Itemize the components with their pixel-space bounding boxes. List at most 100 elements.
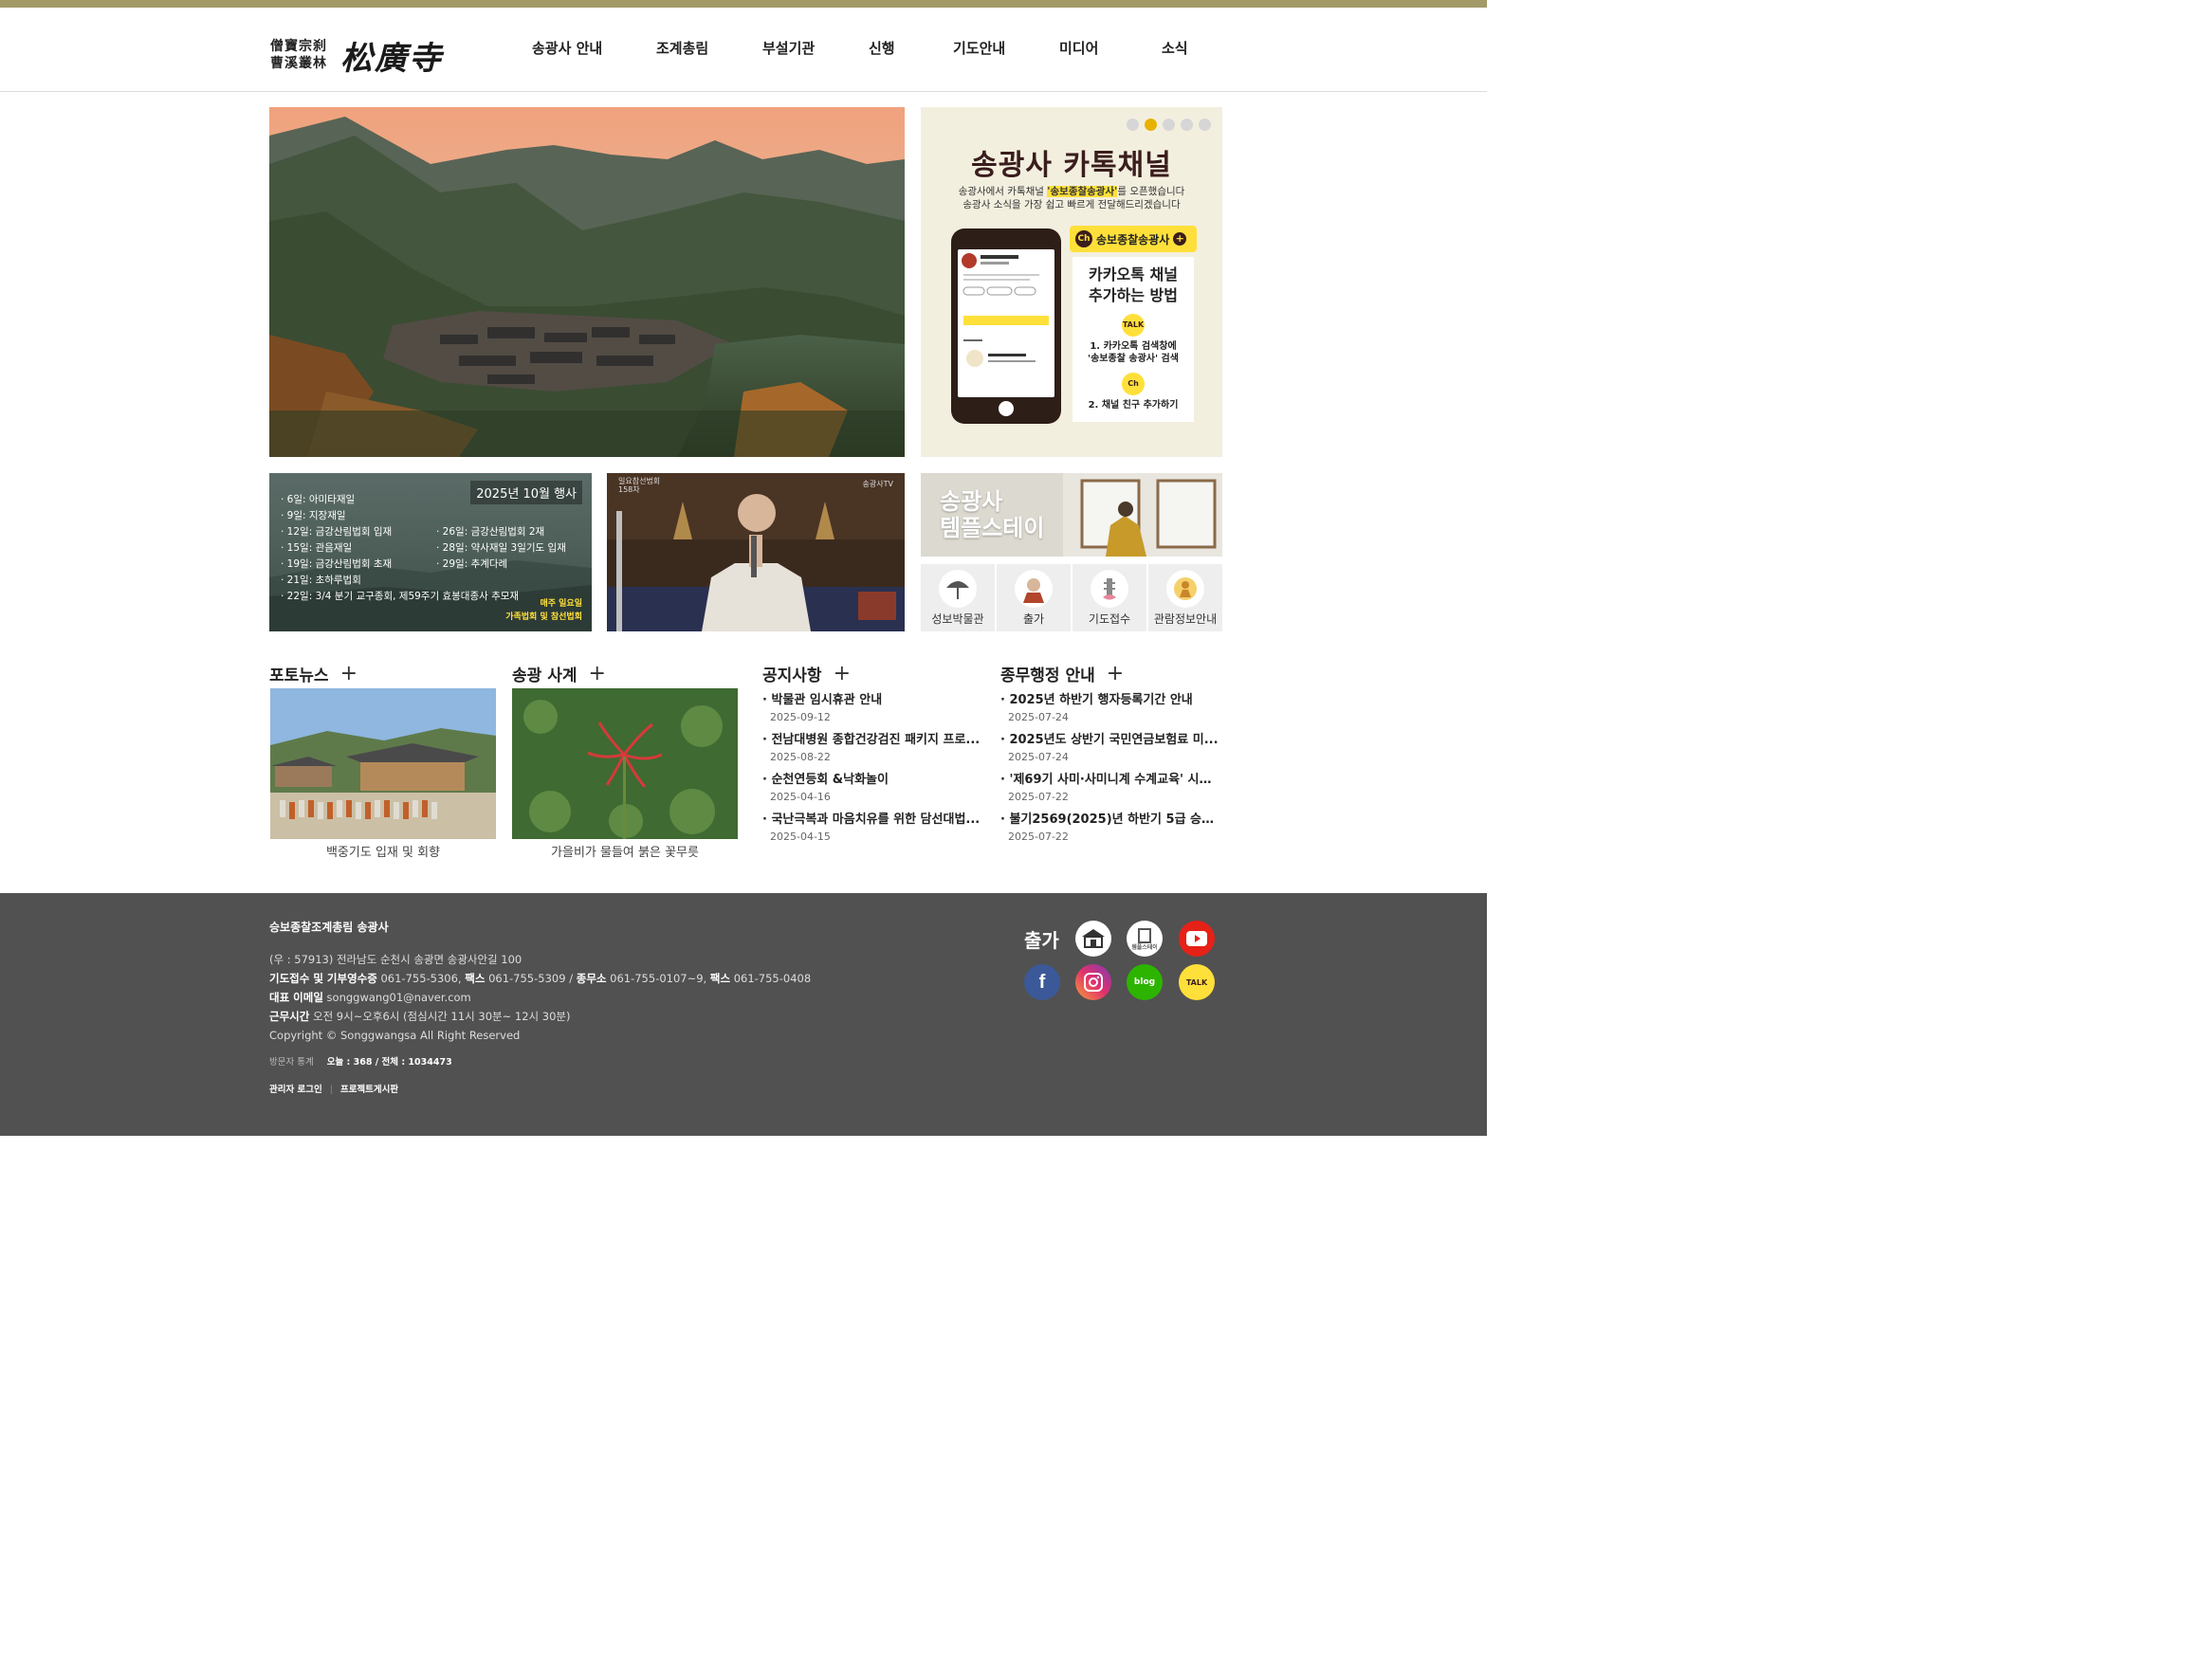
footer-address: (우 : 57913) 전라남도 순천시 송광면 송광사안길 100 bbox=[269, 953, 522, 966]
buddha-icon bbox=[1166, 570, 1204, 608]
footer-ordination-label[interactable]: 출가 bbox=[1024, 925, 1059, 953]
slider-dot[interactable] bbox=[1127, 119, 1139, 131]
footer-org-name: 승보종찰조계총림 송광사 bbox=[269, 921, 389, 934]
naver-blog-icon[interactable]: blog bbox=[1127, 964, 1163, 1000]
list-item[interactable]: · 2025년 하반기 행자등록기간 안내 2025-07-24 bbox=[1000, 692, 1222, 732]
site-footer: 승보종찰조계총림 송광사 (우 : 57913) 전라남도 순천시 송광면 송광… bbox=[0, 893, 1487, 1136]
more-plus-icon[interactable]: + bbox=[588, 663, 605, 684]
kakaotalk-icon[interactable]: TALK bbox=[1179, 964, 1215, 1000]
slider-dots bbox=[1127, 119, 1211, 131]
nav-item-faith[interactable]: 신행 bbox=[869, 38, 895, 58]
list-item[interactable]: · 전남대병원 종합건강검진 패키지 프로... 2025-08-22 bbox=[762, 732, 984, 772]
admin-item-date: 2025-07-22 bbox=[1008, 831, 1069, 843]
admin-header[interactable]: 종무행정 안내 + bbox=[1000, 662, 1124, 685]
seasons-caption[interactable]: 가을비가 물들여 붉은 꽃무릇 bbox=[512, 842, 738, 860]
kakao-channel-badge[interactable]: Ch 송보종찰송광사 + bbox=[1070, 226, 1197, 252]
admin-item-title[interactable]: · '제69기 사미·사미니계 수계교육' 시행... bbox=[1000, 772, 1222, 788]
notice-item-date: 2025-04-15 bbox=[770, 831, 831, 843]
events-footnote: 매주 일요일 가족법회 및 참선법회 bbox=[505, 597, 582, 624]
temple-hanok-icon[interactable] bbox=[1075, 921, 1111, 957]
footer-email-value: songgwang01@naver.com bbox=[322, 991, 471, 1004]
kakao-desc-pre: 송광사에서 카톡채널 bbox=[958, 186, 1048, 197]
quick-museum[interactable]: 성보박물관 bbox=[921, 564, 995, 631]
slider-dot-active[interactable] bbox=[1145, 119, 1157, 131]
kakao-profile-preview bbox=[962, 253, 1049, 367]
seasons-title: 송광 사계 bbox=[512, 667, 578, 685]
templestay-sns-icon[interactable]: 템플스테이 bbox=[1127, 921, 1163, 957]
event-item: · 9일: 지장재일 bbox=[281, 510, 346, 521]
kakao-channel-banner[interactable]: 송광사 카톡채널 송광사에서 카톡채널 '송보종찰송광사'를 오픈했습니다 송광… bbox=[921, 107, 1222, 457]
photo-news-header[interactable]: 포토뉴스 + bbox=[269, 662, 358, 685]
admin-item-date: 2025-07-24 bbox=[1008, 751, 1069, 763]
footer-fax-value: 061-755-5309 / bbox=[485, 972, 577, 985]
quick-ordination[interactable]: 출가 bbox=[997, 564, 1071, 631]
phone-home-button bbox=[999, 401, 1014, 416]
howto-step2: 2. 채널 친구 추가하기 bbox=[1088, 400, 1179, 411]
visitor-stats-value: 오늘 : 368 / 전체 : 1034473 bbox=[326, 1057, 452, 1068]
phone-screen bbox=[958, 249, 1054, 397]
notice-item-title[interactable]: · 순천연등회 &낙화놀이 bbox=[762, 772, 984, 788]
hero-temple-photo[interactable] bbox=[269, 107, 905, 457]
nav-item-affiliates[interactable]: 부설기관 bbox=[762, 38, 815, 58]
video-episode-label: 일요참선법회 158차 bbox=[618, 477, 661, 494]
dharma-talk-video[interactable]: 일요참선법회 158차 송광사TV bbox=[607, 473, 905, 631]
kakao-badge-label: 송보종찰송광사 bbox=[1096, 232, 1170, 247]
nav-item-prayer[interactable]: 기도안내 bbox=[953, 38, 1005, 58]
list-item[interactable]: · 순천연등회 &낙화놀이 2025-04-16 bbox=[762, 772, 984, 812]
more-plus-icon[interactable]: + bbox=[834, 663, 851, 684]
admin-item-title[interactable]: · 2025년도 상반기 국민연금보험료 미... bbox=[1000, 732, 1222, 748]
event-item: · 26일: 금강산림법회 2재 bbox=[436, 526, 545, 538]
howto-title-line2: 추가하는 방법 bbox=[1089, 286, 1178, 304]
howto-title-line1: 카카오톡 채널 bbox=[1089, 265, 1178, 283]
admin-item-title[interactable]: · 2025년 하반기 행자등록기간 안내 bbox=[1000, 692, 1222, 708]
temple-valley-illustration bbox=[269, 107, 905, 457]
notice-item-title[interactable]: · 국난극복과 마음치유를 위한 담선대법... bbox=[762, 812, 984, 828]
events-foot-line1: 매주 일요일 bbox=[540, 599, 582, 609]
nav-item-media[interactable]: 미디어 bbox=[1059, 38, 1098, 58]
templestay-banner[interactable]: 송광사 템플스테이 bbox=[921, 473, 1222, 557]
notice-item-title[interactable]: · 전남대병원 종합건강검진 패키지 프로... bbox=[762, 732, 984, 748]
list-item[interactable]: · 불기2569(2025)년 하반기 5급 승가고... 2025-07-22 bbox=[1000, 812, 1222, 851]
instagram-icon[interactable] bbox=[1075, 964, 1111, 1000]
slider-dot[interactable] bbox=[1163, 119, 1175, 131]
plus-circle-icon: + bbox=[1173, 232, 1187, 246]
project-board-link[interactable]: 프로젝트게시판 bbox=[340, 1085, 398, 1095]
quick-ordination-label: 출가 bbox=[1022, 612, 1045, 626]
footer-fax2-value: 061-755-0408 bbox=[730, 972, 812, 985]
museum-umbrella-icon bbox=[939, 570, 977, 608]
photo-news-caption[interactable]: 백중기도 입재 및 회향 bbox=[270, 842, 496, 860]
event-item: · 21일: 초하루법회 bbox=[281, 575, 361, 586]
slider-dot[interactable] bbox=[1181, 119, 1193, 131]
templestay-title: 송광사 템플스테이 bbox=[940, 488, 1044, 541]
notice-item-title[interactable]: · 박물관 임시휴관 안내 bbox=[762, 692, 984, 708]
facebook-icon[interactable]: f bbox=[1024, 964, 1060, 1000]
more-plus-icon[interactable]: + bbox=[1107, 663, 1124, 684]
slider-dot[interactable] bbox=[1199, 119, 1211, 131]
admin-login-link[interactable]: 관리자 로그인 bbox=[269, 1085, 322, 1095]
more-plus-icon[interactable]: + bbox=[340, 663, 358, 684]
footer-contact-info: (우 : 57913) 전라남도 순천시 송광면 송광사안길 100 기도접수 … bbox=[269, 950, 811, 1045]
footer-fax-label: 팩스 bbox=[465, 972, 486, 985]
monthly-events-banner[interactable]: 2025년 10월 행사 · 6일: 아미타재일 · 9일: 지장재일 · 12… bbox=[269, 473, 592, 631]
list-item[interactable]: · 박물관 임시휴관 안내 2025-09-12 bbox=[762, 692, 984, 732]
admin-list: · 2025년 하반기 행자등록기간 안내 2025-07-24 · 2025년도… bbox=[1000, 692, 1222, 851]
seasons-image[interactable] bbox=[512, 688, 738, 839]
kakao-desc-line2: 송광사 소식을 가장 쉽고 빠르게 전달해드리겠습니다 bbox=[962, 199, 1181, 210]
quick-visitor-info[interactable]: 관람정보안내 bbox=[1148, 564, 1222, 631]
list-item[interactable]: · 국난극복과 마음치유를 위한 담선대법... 2025-04-15 bbox=[762, 812, 984, 851]
seasons-header[interactable]: 송광 사계 + bbox=[512, 662, 606, 685]
photo-news-image[interactable] bbox=[270, 688, 496, 839]
list-item[interactable]: · 2025년도 상반기 국민연금보험료 미... 2025-07-24 bbox=[1000, 732, 1222, 772]
events-foot-line2: 가족법회 및 참선법회 bbox=[505, 612, 582, 622]
event-item: · 6일: 아미타재일 bbox=[281, 494, 356, 505]
nav-item-news[interactable]: 소식 bbox=[1162, 38, 1188, 58]
youtube-icon[interactable] bbox=[1179, 921, 1215, 957]
nav-item-about[interactable]: 송광사 안내 bbox=[532, 38, 602, 58]
quick-prayer[interactable]: 기도접수 bbox=[1072, 564, 1146, 631]
list-item[interactable]: · '제69기 사미·사미니계 수계교육' 시행... 2025-07-22 bbox=[1000, 772, 1222, 812]
admin-item-title[interactable]: · 불기2569(2025)년 하반기 5급 승가고... bbox=[1000, 812, 1222, 828]
nav-item-jogye[interactable]: 조계총림 bbox=[656, 38, 708, 58]
notice-header[interactable]: 공지사항 + bbox=[762, 662, 851, 685]
howto-step1-line2: '송보종찰 송광사' 검색 bbox=[1088, 354, 1179, 364]
red-spider-lily-photo bbox=[512, 688, 738, 839]
